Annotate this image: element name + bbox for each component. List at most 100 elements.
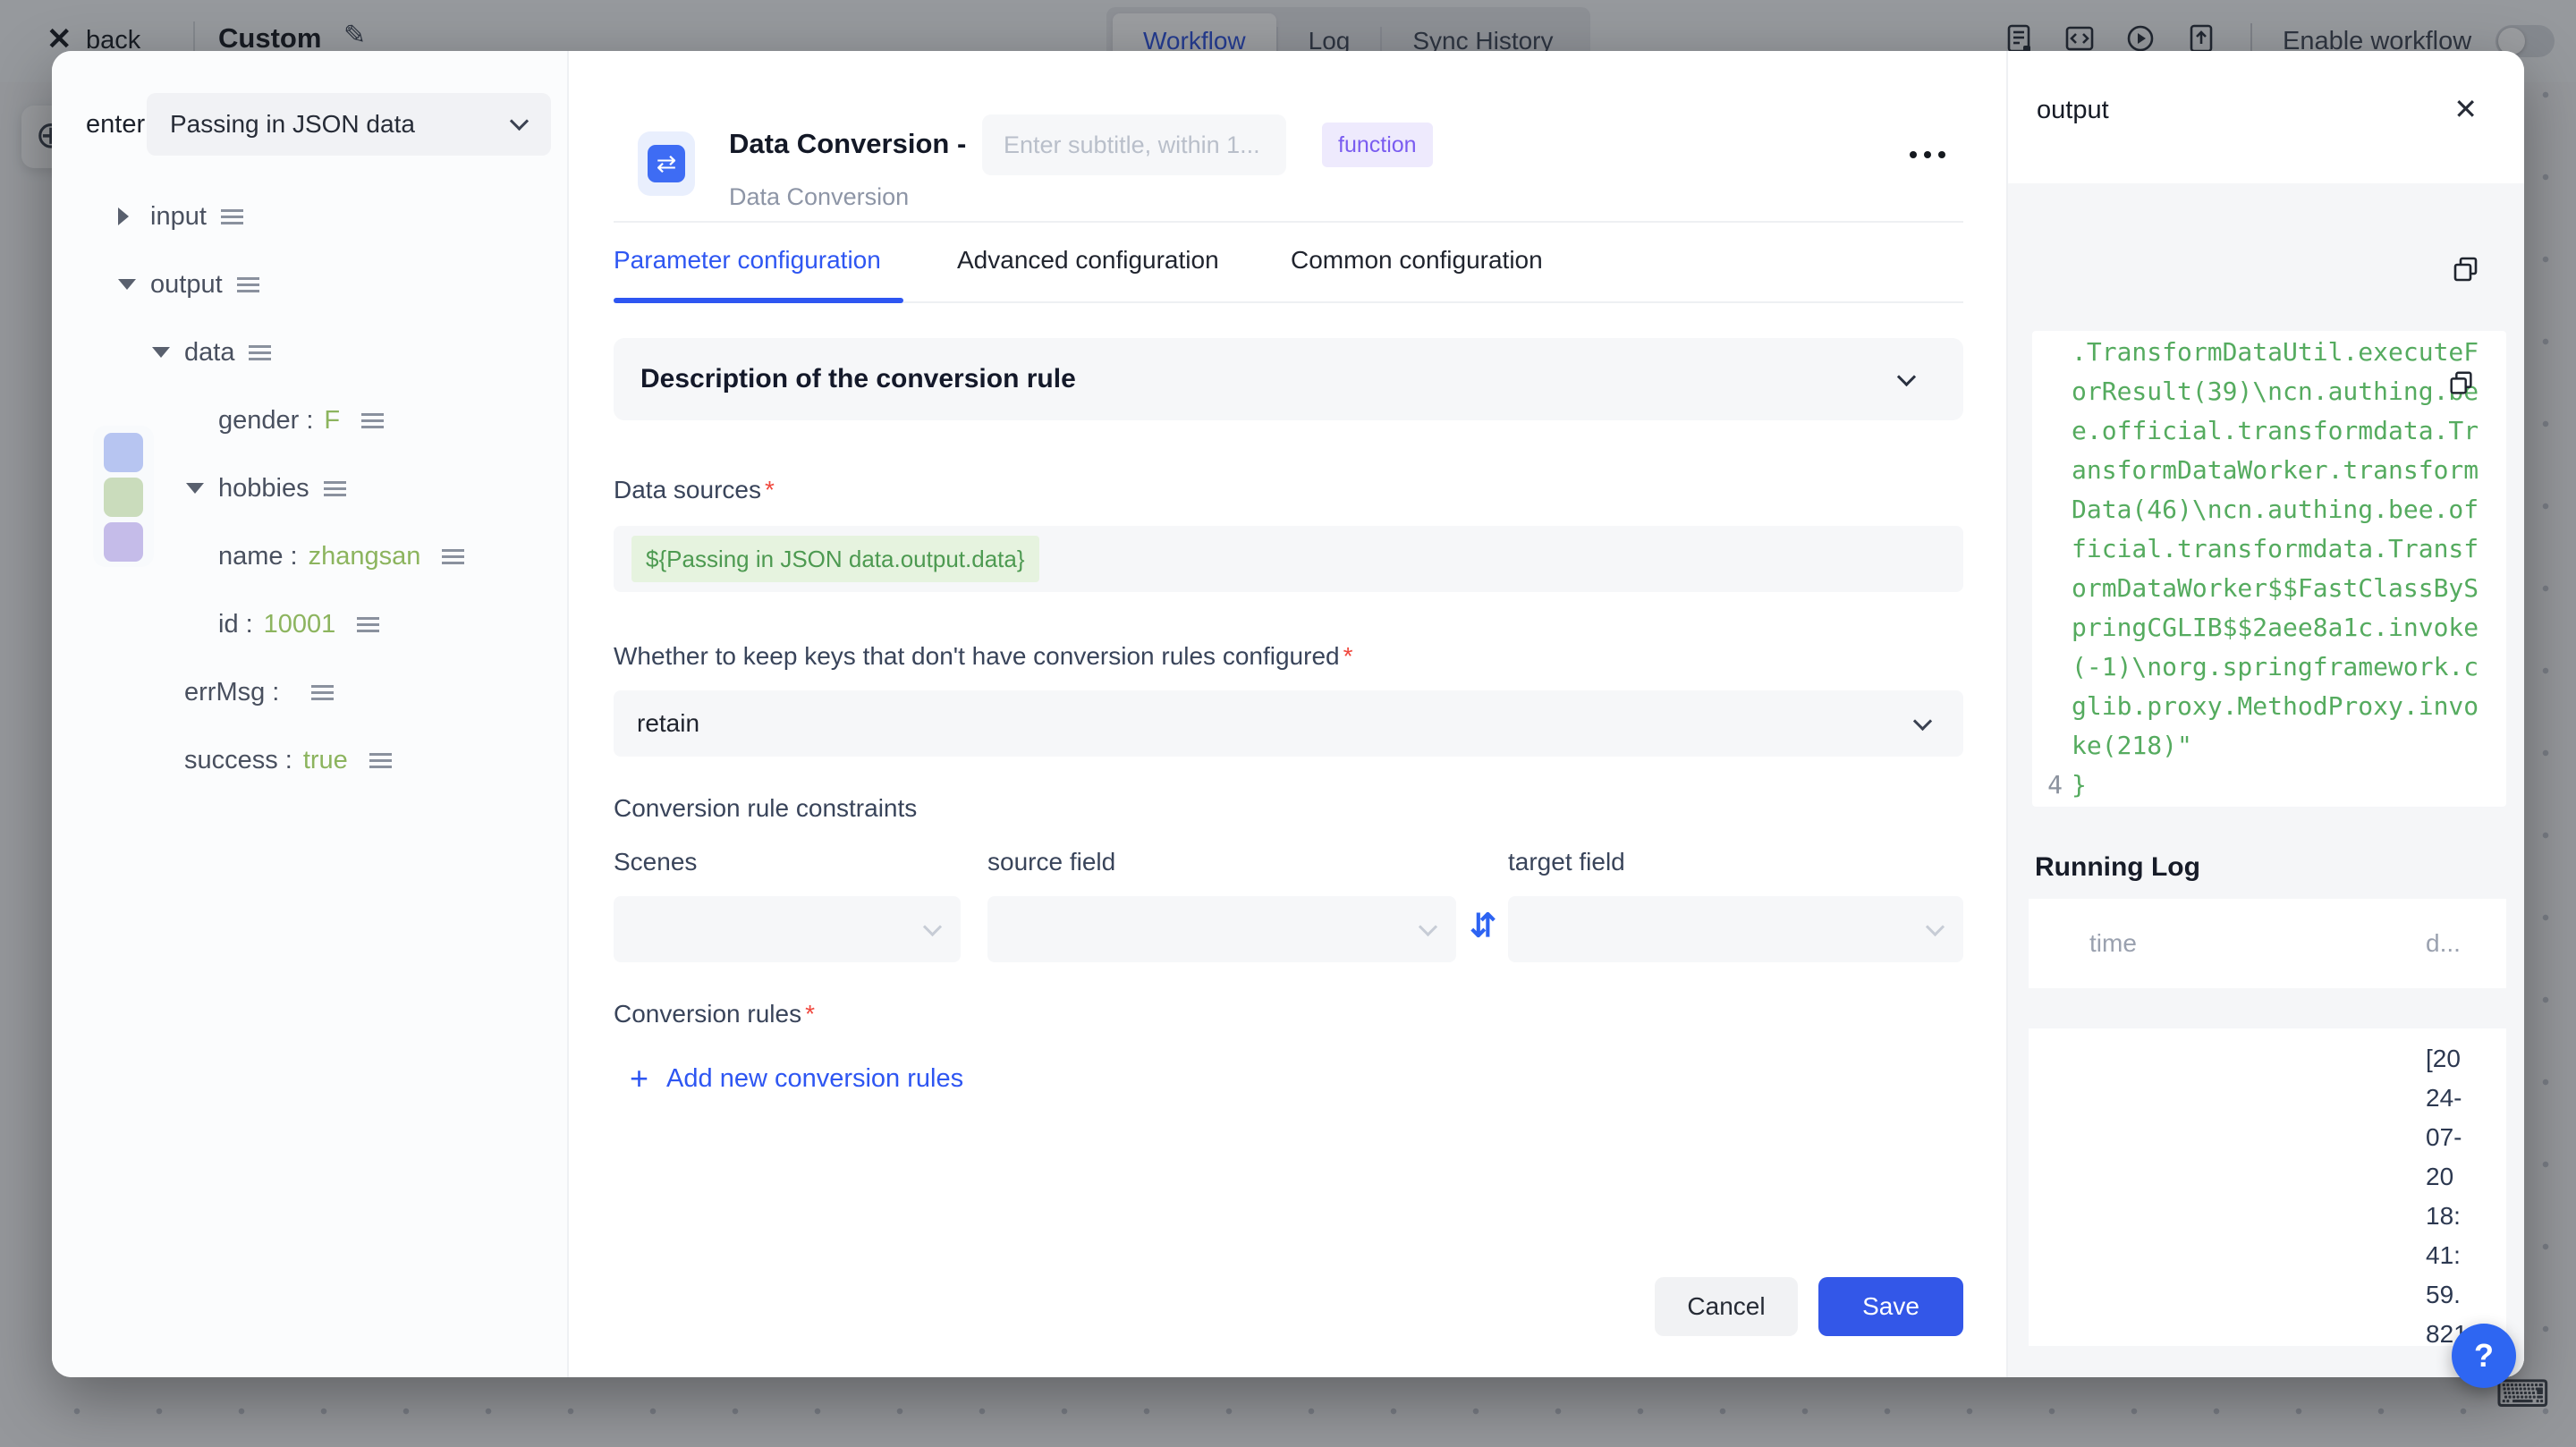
target-field-select[interactable] <box>1508 896 1963 962</box>
chevron-down-icon <box>923 918 942 936</box>
palette-node-purple <box>104 522 143 562</box>
tree-key: name <box>218 542 284 571</box>
output-panel-body: .TransformDataUtil.executeForResult(39)\… <box>2008 183 2524 1377</box>
description-collapse[interactable]: Description of the conversion rule <box>614 338 1963 420</box>
data-sources-token: ${Passing in JSON data.output.data} <box>631 536 1039 582</box>
description-title: Description of the conversion rule <box>640 338 1076 420</box>
output-panel-title: output <box>2037 96 2109 125</box>
output-code-block[interactable]: .TransformDataUtil.executeForResult(39)\… <box>2032 331 2506 807</box>
code-line: ormDataWorker$$FastClassByS <box>2032 569 2506 608</box>
data-conversion-icon: ⇄ <box>648 145 685 182</box>
drag-handle-icon[interactable] <box>221 209 243 224</box>
scenes-label: Scenes <box>614 848 697 876</box>
running-log-title: Running Log <box>2035 852 2200 883</box>
tree-colon: : <box>291 542 298 571</box>
drag-handle-icon[interactable] <box>249 345 271 360</box>
cancel-button[interactable]: Cancel <box>1655 1277 1798 1336</box>
tree-value: zhangsan <box>309 542 421 571</box>
code-line: glib.proxy.MethodProxy.invo <box>2032 687 2506 726</box>
tab-advanced-configuration[interactable]: Advanced configuration <box>957 246 1219 275</box>
node-subtitle: Data Conversion <box>729 183 909 211</box>
tree-key: success <box>184 746 278 775</box>
tree-row-id[interactable]: id:10001 <box>52 590 567 658</box>
required-asterisk: * <box>765 476 775 503</box>
tree-key: hobbies <box>218 474 309 503</box>
add-conversion-rule-link[interactable]: + Add new conversion rules <box>630 1060 963 1097</box>
drag-handle-icon[interactable] <box>361 413 384 428</box>
tree-key: id <box>218 610 239 639</box>
source-field-select[interactable] <box>987 896 1456 962</box>
node-palette-ghost <box>93 426 154 567</box>
subtitle-input[interactable] <box>982 114 1286 175</box>
plus-icon: + <box>630 1060 648 1097</box>
caret-right-icon[interactable] <box>118 207 129 225</box>
tab-parameter-configuration[interactable]: Parameter configuration <box>614 246 881 275</box>
divider <box>614 221 1963 223</box>
required-asterisk: * <box>1343 642 1353 670</box>
active-tab-underline <box>614 298 903 303</box>
tree-row-errMsg[interactable]: errMsg: <box>52 658 567 726</box>
code-line: ansformDataWorker.transform <box>2032 451 2506 490</box>
tree-value: true <box>303 746 348 775</box>
tree-colon: : <box>272 678 279 707</box>
help-button[interactable]: ? <box>2452 1324 2516 1388</box>
tree-colon: : <box>306 406 313 436</box>
conversion-rules-label: Conversion rules* <box>614 1000 815 1028</box>
tree-key: output <box>150 270 223 300</box>
chevron-down-icon <box>1926 918 1945 936</box>
chevron-down-icon <box>1419 918 1437 936</box>
required-asterisk: * <box>805 1000 815 1028</box>
save-button[interactable]: Save <box>1818 1277 1963 1336</box>
drag-handle-icon[interactable] <box>357 617 379 632</box>
code-line: Data(46)\ncn.authing.bee.of <box>2032 490 2506 529</box>
running-log-row[interactable]: [2024-07-2018:41:59.821 <box>2029 1028 2506 1346</box>
tab-common-configuration[interactable]: Common configuration <box>1291 246 1543 275</box>
source-field-label: source field <box>987 848 1115 876</box>
node-config-modal: enter Passing in JSON data input output da… <box>52 51 2524 1377</box>
chevron-down-icon <box>510 112 529 131</box>
keep-keys-value: retain <box>637 690 699 757</box>
target-field-label: target field <box>1508 848 1625 876</box>
drag-handle-icon[interactable] <box>237 277 259 292</box>
caret-down-icon[interactable] <box>152 347 170 358</box>
drag-handle-icon[interactable] <box>442 549 464 564</box>
swap-fields-icon[interactable]: ⇵ <box>1470 907 1496 944</box>
data-sources-field[interactable]: ${Passing in JSON data.output.data} <box>614 526 1963 592</box>
enter-label: enter <box>86 110 145 140</box>
log-column-time: time <box>2089 899 2137 988</box>
source-node-select[interactable]: Passing in JSON data <box>147 93 551 156</box>
tree-row-input[interactable]: input <box>52 182 567 250</box>
code-line: ke(218)" <box>2032 726 2506 766</box>
chevron-down-icon <box>1913 712 1932 731</box>
tree-row-data[interactable]: data <box>52 318 567 386</box>
palette-node-blue <box>104 433 143 472</box>
copy-icon[interactable] <box>2451 255 2481 285</box>
running-log-header-row: time d... <box>2029 899 2506 988</box>
chevron-down-icon <box>1897 368 1916 386</box>
tree-key: gender <box>218 406 299 436</box>
drag-handle-icon[interactable] <box>311 685 334 700</box>
tree-colon: : <box>246 610 253 639</box>
tree-row-success[interactable]: success:true <box>52 726 567 794</box>
data-sources-label: Data sources* <box>614 476 775 504</box>
caret-down-icon[interactable] <box>118 279 136 290</box>
drag-handle-icon[interactable] <box>369 753 392 768</box>
caret-down-icon[interactable] <box>186 483 204 494</box>
node-form-panel: ⇄ Data Conversion - function Data Conver… <box>571 51 2006 1377</box>
code-line: .TransformDataUtil.executeF <box>2032 333 2506 372</box>
tree-key: data <box>184 338 234 368</box>
drag-handle-icon[interactable] <box>324 481 346 496</box>
tree-row-output[interactable]: output <box>52 250 567 318</box>
scenes-select[interactable] <box>614 896 961 962</box>
more-menu-icon[interactable] <box>1910 151 1945 158</box>
keep-keys-label: Whether to keep keys that don't have con… <box>614 642 1353 671</box>
node-icon-tile: ⇄ <box>638 131 695 196</box>
copy-icon[interactable] <box>2447 369 2476 398</box>
code-line: 4} <box>2032 766 2506 805</box>
node-title: Data Conversion - <box>729 128 966 160</box>
source-node-select-value: Passing in JSON data <box>170 93 415 156</box>
config-tabs: Parameter configuration Advanced configu… <box>571 233 2006 303</box>
keep-keys-select[interactable]: retain <box>614 690 1963 757</box>
close-icon[interactable]: ✕ <box>2453 92 2478 126</box>
palette-node-green <box>104 478 143 517</box>
